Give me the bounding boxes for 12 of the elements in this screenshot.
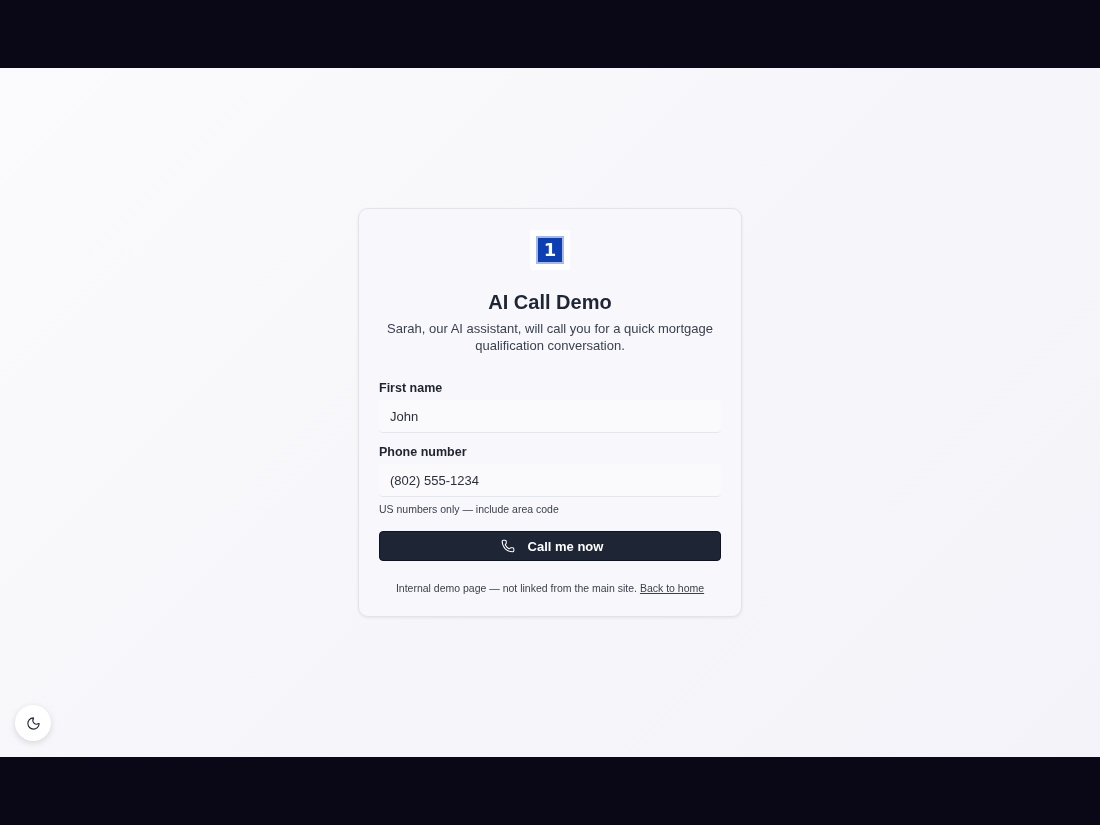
footer-note: Internal demo page — not linked from the main site. <box>395 581 637 595</box>
phone-icon <box>500 539 515 553</box>
call-me-now-button[interactable]: Call me now <box>379 531 721 561</box>
field-label: Phone number <box>379 444 467 460</box>
field-label: First name <box>379 380 443 396</box>
logo: 1 <box>530 230 570 270</box>
page-title: AI Call Demo <box>487 290 613 315</box>
moon-icon <box>25 715 41 731</box>
back-to-home-link[interactable]: Back to home <box>639 581 705 595</box>
field-hint: US numbers only — include area code <box>379 503 559 515</box>
theme-toggle-button[interactable] <box>15 705 51 741</box>
subtitle: Sarah, our AI assistant, will call you for a quick mortgage qualification conversation. <box>386 320 714 354</box>
